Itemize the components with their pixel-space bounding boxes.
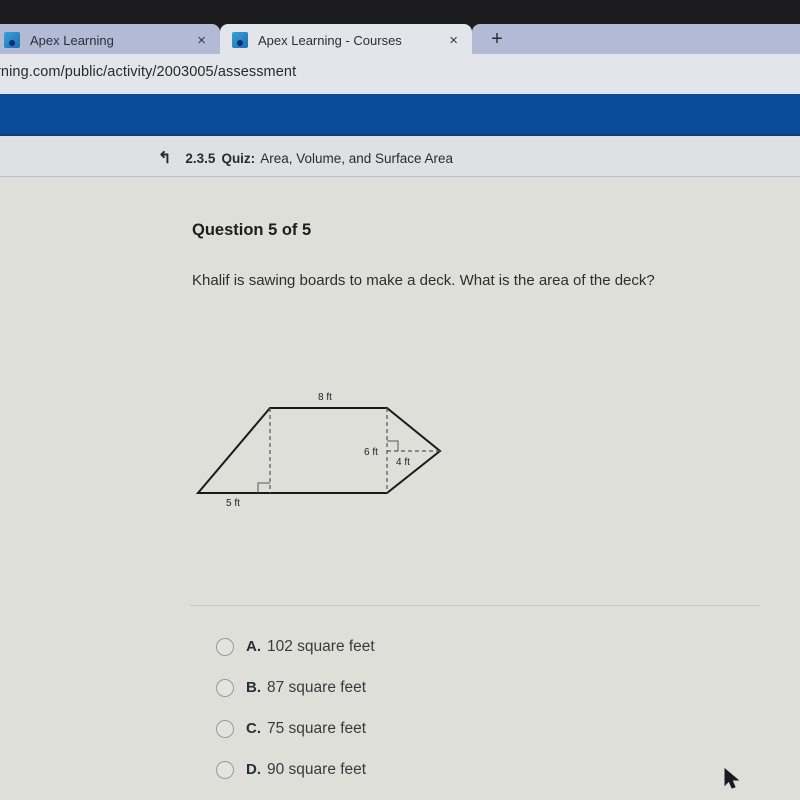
site-header [0,94,800,136]
label-bottom-offset: 5 ft [226,498,240,509]
close-tab-icon[interactable]: × [449,32,458,49]
up-arrow-icon[interactable]: ↰ [158,148,171,168]
tab-strip-background [472,24,800,56]
answer-option-d[interactable]: D. 90 square feet [216,749,375,790]
deck-figure: 8 ft 6 ft 4 ft 5 ft [195,392,442,509]
label-height: 6 ft [364,447,378,458]
tab-apex-learning[interactable]: Apex Learning × [0,24,220,56]
label-top-length: 8 ft [318,392,332,403]
question-number: Question 5 of 5 [192,221,312,239]
right-angle-marker-right [387,440,399,451]
apex-favicon-icon [4,32,20,48]
apex-favicon-icon [232,32,248,48]
right-angle-marker-left [257,482,270,493]
question-text: Khalif is sawing boards to make a deck. … [192,272,655,289]
divider [190,605,760,606]
radio-button[interactable] [216,760,234,779]
quiz-content: Question 5 of 5 Khalif is sawing boards … [0,178,800,800]
option-letter: C. [246,720,261,737]
option-letter: D. [246,761,261,778]
mouse-cursor-icon [724,768,740,789]
radio-button[interactable] [216,637,234,656]
activity-type: Quiz: [221,150,256,166]
screen-bezel [0,0,800,22]
tab-strip: Apex Learning × Apex Learning - Courses … [0,20,800,56]
new-tab-button[interactable]: + [482,24,512,54]
option-text: 87 square feet [267,678,367,696]
breadcrumb[interactable]: ↰ 2.3.5 Quiz: Area, Volume, and Surface … [158,148,453,168]
option-text: 102 square feet [267,637,375,655]
lesson-code: 2.3.5 [185,150,216,166]
tab-label: Apex Learning [30,32,114,48]
option-text: 90 square feet [267,760,367,778]
radio-button[interactable] [216,678,234,697]
label-triangle-height: 4 ft [396,457,410,468]
close-tab-icon[interactable]: × [197,32,206,49]
url-text[interactable]: rning.com/public/activity/2003005/assess… [0,64,296,80]
address-bar[interactable]: rning.com/public/activity/2003005/assess… [0,54,800,94]
breadcrumb-bar: ↰ 2.3.5 Quiz: Area, Volume, and Surface … [0,137,800,177]
answer-option-a[interactable]: A. 102 square feet [216,626,375,667]
activity-title: Area, Volume, and Surface Area [260,150,454,166]
radio-button[interactable] [216,719,234,738]
answer-options: A. 102 square feet B. 87 square feet C. … [216,626,375,790]
answer-option-c[interactable]: C. 75 square feet [216,708,375,749]
option-letter: B. [246,679,261,696]
option-letter: A. [246,638,261,655]
tab-label: Apex Learning - Courses [258,32,402,48]
answer-option-b[interactable]: B. 87 square feet [216,667,375,708]
tab-apex-learning-courses[interactable]: Apex Learning - Courses × [220,24,472,56]
option-text: 75 square feet [267,719,367,737]
